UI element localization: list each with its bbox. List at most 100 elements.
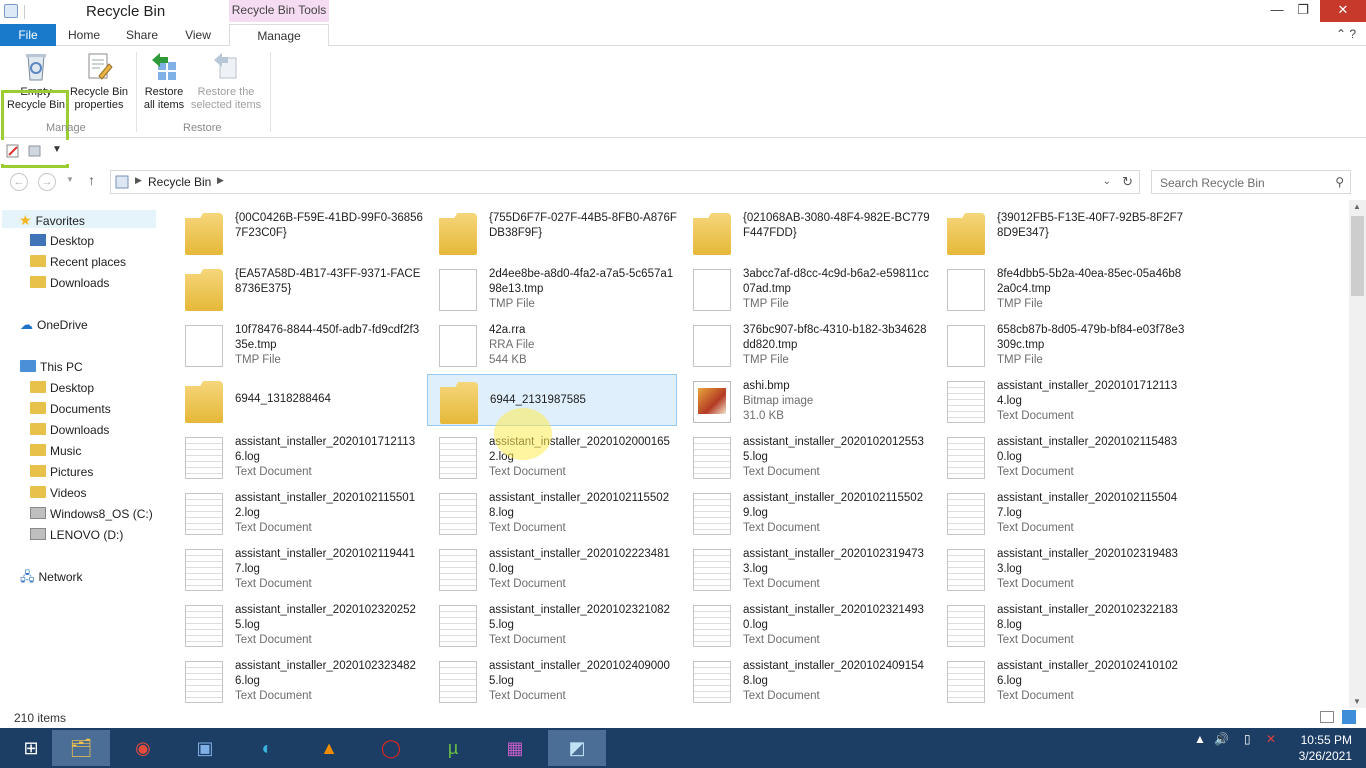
large-icons-view-icon[interactable]: [1342, 710, 1356, 724]
tab-manage[interactable]: Manage: [229, 24, 329, 47]
tab-home[interactable]: Home: [62, 24, 106, 46]
restore-all-items-button[interactable]: Restore all items: [138, 50, 190, 112]
nav-videos[interactable]: Videos: [30, 484, 86, 502]
file-item[interactable]: assistant_installer_20201024101026.log Te…: [935, 654, 1185, 706]
scrollbar-thumb[interactable]: [1351, 216, 1364, 296]
breadcrumb-chevron-icon[interactable]: ▶: [217, 175, 224, 186]
file-item[interactable]: 10f78476-8844-450f-adb7-fd9cdf2f335e.tmp…: [173, 318, 423, 370]
file-item[interactable]: assistant_installer_20201017121134.log Te…: [935, 374, 1185, 426]
customize-qat-dropdown[interactable]: ▼: [52, 144, 62, 155]
chrome-taskbar-icon[interactable]: ◉: [114, 730, 172, 766]
file-item[interactable]: {755D6F7F-027F-44B5-8FB0-A876FDB38F9F}: [427, 206, 677, 258]
refresh-icon[interactable]: ↻: [1122, 174, 1133, 190]
file-item[interactable]: 376bc907-bf8c-4310-b182-3b34628dd820.tmp…: [681, 318, 931, 370]
properties-icon[interactable]: [6, 144, 20, 158]
tab-view[interactable]: View: [178, 24, 218, 46]
nav-d-drive[interactable]: LENOVO (D:): [30, 526, 123, 544]
network-status-icon[interactable]: ✕: [1266, 732, 1276, 746]
utorrent-taskbar-icon[interactable]: µ: [424, 730, 482, 766]
battery-icon[interactable]: ▯: [1244, 732, 1251, 746]
file-item[interactable]: 2d4ee8be-a8d0-4fa2-a7a5-5c657a198e13.tmp…: [427, 262, 677, 314]
file-item[interactable]: {EA57A58D-4B17-43FF-9371-FACE8736E375}: [173, 262, 423, 314]
nav-network[interactable]: 🖧 Network: [20, 568, 83, 586]
tray-overflow-icon[interactable]: ▲: [1194, 732, 1206, 746]
forward-button[interactable]: →: [38, 173, 56, 191]
photos-taskbar-icon[interactable]: ▣: [176, 730, 234, 766]
up-button[interactable]: ↑: [88, 172, 95, 188]
file-item[interactable]: 3abcc7af-d8cc-4c9d-b6a2-e59811cc07ad.tmp…: [681, 262, 931, 314]
taskbar-clock[interactable]: 10:55 PM 3/26/2021: [1292, 732, 1352, 764]
file-item[interactable]: assistant_installer_20201023202525.log Te…: [173, 598, 423, 650]
file-item[interactable]: assistant_installer_20201023210825.log Te…: [427, 598, 677, 650]
file-item[interactable]: assistant_installer_20201021194417.log Te…: [173, 542, 423, 594]
file-item[interactable]: assistant_installer_20201017121136.log Te…: [173, 430, 423, 482]
file-item[interactable]: assistant_installer_20201023194733.log Te…: [681, 542, 931, 594]
nav-music[interactable]: Music: [30, 442, 81, 460]
nav-pictures[interactable]: Pictures: [30, 463, 93, 481]
recycle-bin-icon[interactable]: [4, 4, 18, 18]
scroll-down-icon[interactable]: ▼: [1353, 697, 1361, 706]
restore-selected-items-button[interactable]: Restore the selected items: [188, 50, 264, 112]
file-item[interactable]: {021068AB-3080-48F4-982E-BC779F447FDD}: [681, 206, 931, 258]
file-item[interactable]: {39012FB5-F13E-40F7-92B5-8F2F78D9E347}: [935, 206, 1185, 258]
file-item[interactable]: assistant_installer_20201021154830.log Te…: [935, 430, 1185, 482]
file-item[interactable]: assistant_installer_20201023214930.log Te…: [681, 598, 931, 650]
file-item[interactable]: assistant_installer_20201022234810.log Te…: [427, 542, 677, 594]
file-item[interactable]: 6944_1318288464: [173, 374, 423, 426]
address-dropdown-icon[interactable]: ⌄: [1103, 176, 1111, 187]
breadcrumb-recycle-bin[interactable]: Recycle Bin: [148, 175, 211, 189]
tab-file[interactable]: File: [0, 24, 56, 46]
file-item[interactable]: assistant_installer_20201020125535.log Te…: [681, 430, 931, 482]
file-type: TMP File: [997, 298, 1043, 310]
nav-documents[interactable]: Documents: [30, 400, 111, 418]
recent-locations-dropdown[interactable]: ▼: [66, 175, 74, 184]
file-item[interactable]: ashi.bmp Bitmap image 31.0 KB: [681, 374, 931, 426]
help-icon[interactable]: ⌃ ?: [1336, 27, 1356, 41]
file-item[interactable]: assistant_installer_20201024091548.log Te…: [681, 654, 931, 706]
file-item[interactable]: assistant_installer_20201023194833.log Te…: [935, 542, 1185, 594]
screen-recorder-taskbar-icon[interactable]: ▦: [486, 730, 544, 766]
file-item[interactable]: 6944_2131987585: [427, 374, 677, 426]
file-item[interactable]: 658cb87b-8d05-479b-bf84-e03f78e3309c.tmp…: [935, 318, 1185, 370]
nav-desktop[interactable]: Desktop: [30, 232, 94, 250]
scroll-up-icon[interactable]: ▲: [1353, 202, 1361, 211]
nav-pc-downloads[interactable]: Downloads: [30, 421, 109, 439]
recycle-bin-properties-button[interactable]: Recycle Bin properties: [68, 50, 130, 112]
search-input[interactable]: Search Recycle Bin ⚲: [1151, 170, 1351, 194]
vertical-scrollbar[interactable]: ▲ ▼: [1349, 200, 1366, 708]
volume-icon[interactable]: 🔊: [1214, 732, 1229, 746]
file-item[interactable]: assistant_installer_20201021155012.log Te…: [173, 486, 423, 538]
file-item[interactable]: assistant_installer_20201024090005.log Te…: [427, 654, 677, 706]
file-item[interactable]: assistant_installer_20201023234826.log Te…: [173, 654, 423, 706]
edge-taskbar-icon[interactable]: ◐: [238, 730, 296, 766]
address-field[interactable]: ▶ Recycle Bin ▶ ⌄ ↻: [110, 170, 1140, 194]
tab-share[interactable]: Share: [120, 24, 164, 46]
nav-onedrive[interactable]: ☁ OneDrive: [20, 316, 88, 334]
file-item[interactable]: 8fe4dbb5-5b2a-40ea-85ec-05a46b82a0c4.tmp…: [935, 262, 1185, 314]
nav-recent-places[interactable]: Recent places: [30, 253, 126, 271]
nav-this-pc[interactable]: This PC: [20, 358, 83, 376]
nav-downloads[interactable]: Downloads: [30, 274, 109, 292]
text-document-icon: [439, 549, 477, 591]
file-item[interactable]: assistant_installer_20201021155047.log Te…: [935, 486, 1185, 538]
back-button[interactable]: ←: [10, 173, 28, 191]
nav-pc-desktop[interactable]: Desktop: [30, 379, 94, 397]
details-view-icon[interactable]: [1320, 711, 1334, 723]
app-taskbar-icon[interactable]: ◩: [548, 730, 606, 766]
search-icon[interactable]: ⚲: [1335, 175, 1344, 189]
nav-favorites[interactable]: ★ Favorites: [2, 210, 156, 228]
opera-taskbar-icon[interactable]: ◯: [362, 730, 420, 766]
vlc-taskbar-icon[interactable]: ▲: [300, 730, 358, 766]
file-item[interactable]: assistant_installer_20201021155028.log Te…: [427, 486, 677, 538]
file-item[interactable]: assistant_installer_20201020001652.log Te…: [427, 430, 677, 482]
file-item[interactable]: assistant_installer_20201021155029.log Te…: [681, 486, 931, 538]
file-item[interactable]: assistant_installer_20201023221838.log Te…: [935, 598, 1185, 650]
close-button[interactable]: ✕: [1320, 0, 1366, 22]
file-item[interactable]: {00C0426B-F59E-41BD-99F0-368567F23C0F}: [173, 206, 423, 258]
file-item[interactable]: 42a.rra RRA File 544 KB: [427, 318, 677, 370]
taskbar: ⊞ 🗂 ◉ ▣ ◐ ▲ ◯ µ ▦ ◩ ▲ 🔊 ▯ ✕ 10:55 PM 3/2…: [0, 728, 1366, 768]
new-folder-icon[interactable]: [28, 144, 42, 158]
file-explorer-taskbar-icon[interactable]: 🗂: [52, 730, 110, 766]
nav-c-drive[interactable]: Windows8_OS (C:): [30, 505, 153, 523]
maximize-button[interactable]: ❐: [1288, 0, 1318, 22]
